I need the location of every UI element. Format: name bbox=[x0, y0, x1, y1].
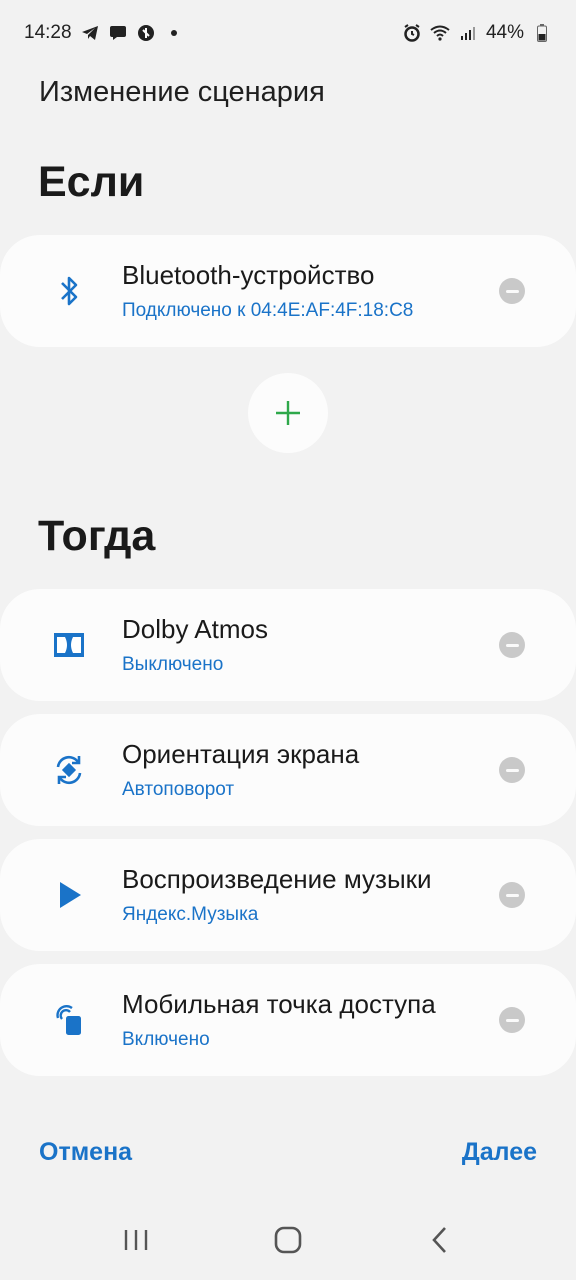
wifi-icon bbox=[430, 23, 450, 43]
action-title: Воспроизведение музыки bbox=[122, 864, 432, 894]
then-section-heading: Тогда bbox=[38, 512, 156, 560]
status-bar: 14:28 44% bbox=[0, 0, 576, 66]
hotspot-icon bbox=[50, 1001, 88, 1039]
cancel-button[interactable]: Отмена bbox=[39, 1138, 132, 1167]
action-text: Воспроизведение музыки Яндекс.Музыка bbox=[122, 864, 456, 926]
battery-icon bbox=[532, 23, 552, 43]
alarm-icon bbox=[402, 23, 422, 43]
dot-icon bbox=[164, 23, 184, 43]
action-card-orientation[interactable]: Ориентация экрана Автоповорот bbox=[0, 714, 576, 826]
remove-condition-button[interactable] bbox=[499, 278, 525, 304]
battery-percent: 44% bbox=[485, 22, 524, 43]
minus-icon bbox=[505, 768, 519, 772]
minus-icon bbox=[505, 893, 519, 897]
message-icon bbox=[108, 23, 128, 43]
plus-icon bbox=[276, 401, 300, 425]
page-title: Изменение сценария bbox=[39, 76, 325, 108]
action-subtitle: Включено bbox=[122, 1029, 210, 1050]
action-text: Dolby Atmos Выключено bbox=[122, 614, 456, 676]
back-icon[interactable] bbox=[410, 1210, 470, 1270]
minus-icon bbox=[505, 643, 519, 647]
status-right: 44% bbox=[402, 22, 552, 44]
telegram-icon bbox=[80, 23, 100, 43]
action-text: Ориентация экрана Автоповорот bbox=[122, 739, 456, 801]
action-card-music[interactable]: Воспроизведение музыки Яндекс.Музыка bbox=[0, 839, 576, 951]
home-icon[interactable] bbox=[258, 1210, 318, 1270]
vpn-icon bbox=[136, 23, 156, 43]
action-subtitle: Автоповорот bbox=[122, 779, 235, 800]
navigation-bar bbox=[0, 1200, 576, 1280]
action-subtitle: Выключено bbox=[122, 654, 224, 675]
dolby-icon bbox=[50, 626, 88, 664]
remove-action-button[interactable] bbox=[499, 882, 525, 908]
status-left: 14:28 bbox=[24, 22, 184, 44]
if-section-heading: Если bbox=[38, 158, 145, 206]
auto-rotate-icon bbox=[50, 751, 88, 789]
minus-icon bbox=[505, 289, 519, 293]
next-button[interactable]: Далее bbox=[462, 1138, 537, 1167]
remove-action-button[interactable] bbox=[499, 757, 525, 783]
play-icon bbox=[50, 876, 88, 914]
condition-text: Bluetooth-устройство Подключено к 04:4E:… bbox=[122, 260, 456, 322]
action-card-dolby[interactable]: Dolby Atmos Выключено bbox=[0, 589, 576, 701]
minus-icon bbox=[505, 1018, 519, 1022]
action-subtitle: Яндекс.Музыка bbox=[122, 904, 259, 925]
action-text: Мобильная точка доступа Включено bbox=[122, 989, 456, 1051]
action-title: Dolby Atmos bbox=[122, 614, 268, 644]
add-condition-button[interactable] bbox=[248, 373, 328, 453]
action-title: Ориентация экрана bbox=[122, 739, 360, 769]
signal-icon bbox=[458, 23, 478, 43]
recent-apps-icon[interactable] bbox=[106, 1210, 166, 1270]
remove-action-button[interactable] bbox=[499, 632, 525, 658]
condition-subtitle: Подключено к 04:4E:AF:4F:18:C8 bbox=[122, 300, 414, 321]
action-card-hotspot[interactable]: Мобильная точка доступа Включено bbox=[0, 964, 576, 1076]
action-title: Мобильная точка доступа bbox=[122, 989, 436, 1019]
status-time: 14:28 bbox=[24, 22, 72, 43]
remove-action-button[interactable] bbox=[499, 1007, 525, 1033]
bluetooth-icon bbox=[50, 272, 88, 310]
condition-card-bluetooth[interactable]: Bluetooth-устройство Подключено к 04:4E:… bbox=[0, 235, 576, 347]
condition-title: Bluetooth-устройство bbox=[122, 260, 375, 290]
